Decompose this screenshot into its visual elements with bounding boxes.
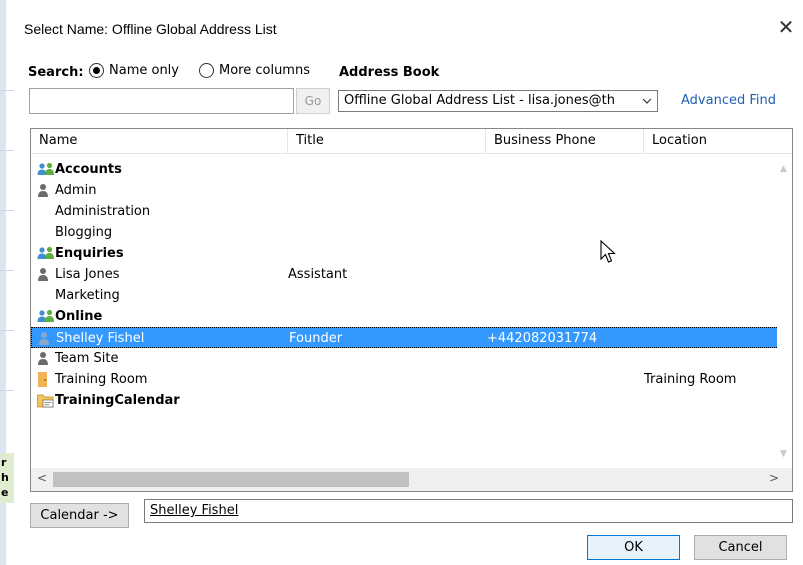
list-row[interactable]: Training Room Training Room	[31, 369, 779, 390]
radio-name-only[interactable]: Name only	[89, 63, 179, 78]
list-row[interactable]: Marketing	[31, 285, 779, 306]
row-title: Founder	[289, 331, 343, 346]
row-name: Lisa Jones	[55, 267, 120, 282]
column-header-title[interactable]: Title	[288, 129, 486, 153]
ok-button[interactable]: OK	[587, 535, 680, 560]
address-book-dropdown[interactable]: Offline Global Address List - lisa.jones…	[338, 90, 658, 112]
column-header-name[interactable]: Name	[31, 129, 288, 153]
radio-more-columns[interactable]: More columns	[199, 63, 310, 78]
horizontal-scrollbar[interactable]: < >	[31, 468, 792, 491]
list-row[interactable]: Online	[31, 306, 779, 327]
row-title: Assistant	[288, 267, 348, 282]
search-input[interactable]	[29, 88, 294, 114]
row-location: Training Room	[644, 372, 737, 387]
address-book-label: Address Book	[339, 65, 440, 80]
row-name: Accounts	[55, 162, 122, 177]
room-icon	[37, 372, 55, 387]
row-name: Team Site	[55, 351, 119, 366]
list-row[interactable]: Administration	[31, 201, 779, 222]
row-name: Administration	[55, 204, 151, 219]
chevron-down-icon	[641, 91, 653, 111]
list-row[interactable]: Blogging	[31, 222, 779, 243]
list-row[interactable]: Team Site	[31, 348, 779, 369]
user-icon	[37, 183, 55, 198]
radio-name-only-label: Name only	[109, 63, 179, 78]
column-header-business-phone[interactable]: Business Phone	[486, 129, 644, 153]
user-icon	[37, 267, 55, 282]
list-row[interactable]: Lisa Jones Assistant	[31, 264, 779, 285]
row-name: Blogging	[55, 225, 113, 240]
horizontal-scroll-thumb[interactable]	[53, 472, 409, 487]
advanced-find-link[interactable]: Advanced Find	[681, 93, 776, 108]
select-name-dialog: Select Name: Offline Global Address List…	[14, 0, 803, 565]
scroll-left-icon[interactable]: <	[37, 471, 47, 485]
calendar-field[interactable]: Shelley Fishel	[144, 499, 793, 523]
public-folder-icon	[37, 393, 55, 408]
radio-unselected-icon	[199, 63, 214, 78]
dialog-title: Select Name: Offline Global Address List	[24, 21, 277, 37]
user-icon	[38, 331, 56, 346]
mouse-cursor-icon	[600, 240, 616, 263]
scroll-down-icon[interactable]: ▼	[780, 449, 787, 459]
go-button[interactable]: Go	[296, 88, 330, 114]
scroll-right-icon[interactable]: >	[769, 471, 779, 485]
user-icon	[37, 351, 55, 366]
radio-selected-icon	[89, 63, 104, 78]
row-name: Shelley Fishel	[56, 331, 145, 346]
row-name: TrainingCalendar	[55, 393, 180, 408]
list-row[interactable]: Admin	[31, 180, 779, 201]
list-row[interactable]: TrainingCalendar	[31, 390, 779, 411]
vertical-scrollbar[interactable]: ▲ ▼	[777, 154, 792, 464]
list-row[interactable]: Shelley Fishel Founder +442082031774	[31, 327, 779, 348]
row-name: Marketing	[55, 288, 120, 303]
background-window-strip: r h e	[0, 0, 15, 565]
group-icon	[37, 246, 55, 261]
radio-more-columns-label: More columns	[219, 63, 310, 78]
address-book-selected: Offline Global Address List - lisa.jones…	[344, 93, 615, 108]
scroll-up-icon[interactable]: ▲	[780, 164, 787, 174]
address-list[interactable]: Name Title Business Phone Location Accou…	[30, 128, 793, 492]
calendar-button[interactable]: Calendar ->	[30, 503, 129, 528]
row-name: Online	[55, 309, 103, 324]
list-row[interactable]: Enquiries	[31, 243, 779, 264]
row-business-phone: +442082031774	[487, 331, 598, 346]
group-icon	[37, 309, 55, 324]
row-name: Enquiries	[55, 246, 124, 261]
list-header: Name Title Business Phone Location	[31, 129, 792, 154]
row-name: Admin	[55, 183, 97, 198]
cancel-button[interactable]: Cancel	[694, 535, 787, 560]
column-header-location[interactable]: Location	[644, 129, 792, 153]
list-row[interactable]: Accounts	[31, 159, 779, 180]
close-icon[interactable]: ✕	[775, 16, 797, 38]
row-name: Training Room	[55, 372, 148, 387]
calendar-recipient: Shelley Fishel	[150, 503, 239, 518]
search-label: Search:	[28, 65, 84, 80]
group-icon	[37, 162, 55, 177]
